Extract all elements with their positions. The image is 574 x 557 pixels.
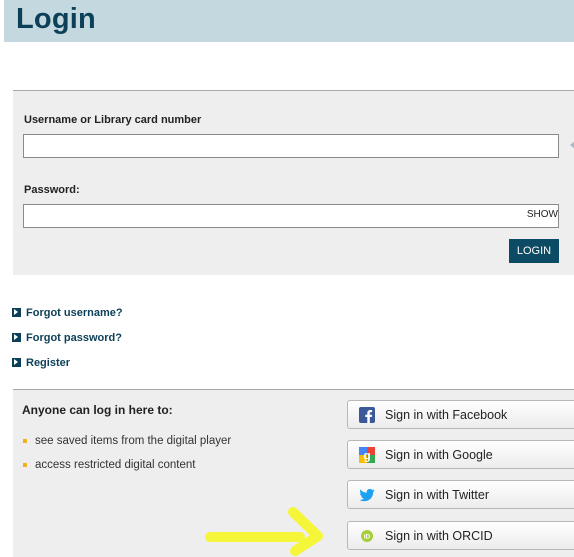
benefit-item: access restricted digital content bbox=[23, 459, 195, 471]
login-button[interactable]: LOGIN bbox=[509, 239, 559, 263]
password-input[interactable] bbox=[23, 204, 559, 228]
facebook-signin-button[interactable]: Sign in with Facebook bbox=[347, 400, 574, 429]
forgot-password-link[interactable]: Forgot password? bbox=[12, 329, 123, 346]
social-heading: Anyone can log in here to: bbox=[22, 403, 173, 417]
orcid-signin-label: Sign in with ORCID bbox=[385, 528, 493, 543]
social-login-panel: Anyone can log in here to: see saved ite… bbox=[13, 389, 574, 557]
bullet-icon bbox=[23, 463, 27, 467]
twitter-signin-label: Sign in with Twitter bbox=[385, 487, 489, 502]
svg-text:iD: iD bbox=[364, 533, 371, 540]
svg-text:g: g bbox=[363, 448, 370, 462]
login-form: Username or Library card number Password… bbox=[13, 90, 574, 275]
forgot-password-label: Forgot password? bbox=[26, 331, 122, 344]
arrow-square-icon bbox=[12, 358, 21, 367]
facebook-icon bbox=[359, 406, 375, 423]
google-signin-label: Sign in with Google bbox=[385, 447, 493, 462]
page-title: Login bbox=[16, 3, 96, 35]
benefit-text: access restricted digital content bbox=[35, 459, 196, 471]
orcid-icon: iD bbox=[361, 529, 373, 542]
twitter-signin-button[interactable]: Sign in with Twitter bbox=[347, 480, 574, 509]
page-header: Login bbox=[4, 0, 574, 42]
twitter-icon bbox=[359, 488, 375, 501]
google-signin-button[interactable]: g Sign in with Google bbox=[347, 440, 574, 469]
password-label: Password: bbox=[24, 184, 80, 196]
register-link[interactable]: Register bbox=[12, 354, 123, 371]
orcid-signin-button[interactable]: iD Sign in with ORCID bbox=[347, 521, 574, 550]
register-label: Register bbox=[26, 356, 71, 369]
benefit-item: see saved items from the digital player bbox=[23, 435, 231, 447]
scroll-indicator-icon bbox=[570, 141, 574, 149]
google-icon: g bbox=[359, 446, 375, 463]
account-links: Forgot username? Forgot password? Regist… bbox=[12, 304, 123, 379]
username-label: Username or Library card number bbox=[24, 114, 202, 126]
arrow-square-icon bbox=[12, 308, 21, 317]
bullet-icon bbox=[23, 439, 27, 443]
facebook-signin-label: Sign in with Facebook bbox=[385, 407, 508, 422]
forgot-username-label: Forgot username? bbox=[26, 306, 123, 319]
show-password-button[interactable]: SHOW bbox=[527, 209, 558, 220]
username-input[interactable] bbox=[23, 134, 559, 158]
arrow-square-icon bbox=[12, 333, 21, 342]
forgot-username-link[interactable]: Forgot username? bbox=[12, 304, 123, 321]
benefit-text: see saved items from the digital player bbox=[35, 435, 232, 447]
